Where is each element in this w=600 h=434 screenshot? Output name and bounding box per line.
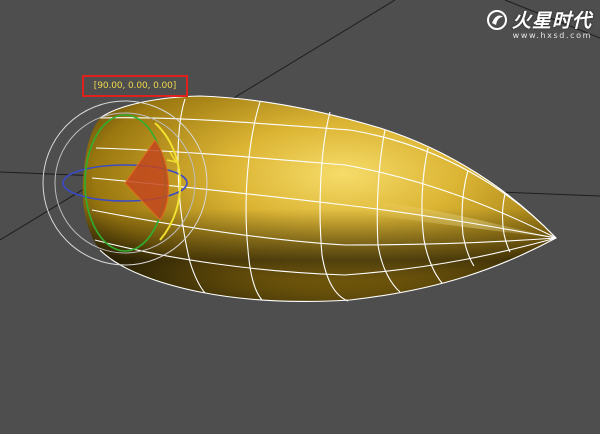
scene-canvas[interactable]	[0, 0, 600, 434]
rotation-readout: [90.00, 0.00, 0.00]	[82, 75, 188, 97]
watermark-url: www.hxsd.com	[512, 31, 592, 40]
watermark: 火星时代 www.hxsd.com	[486, 6, 592, 40]
hxsd-logo-icon	[486, 9, 507, 30]
rotation-readout-text: [90.00, 0.00, 0.00]	[93, 81, 177, 91]
3d-viewport[interactable]: [90.00, 0.00, 0.00] 火星时代 www.hxsd.com	[0, 0, 600, 434]
watermark-brand: 火星时代	[511, 10, 592, 32]
